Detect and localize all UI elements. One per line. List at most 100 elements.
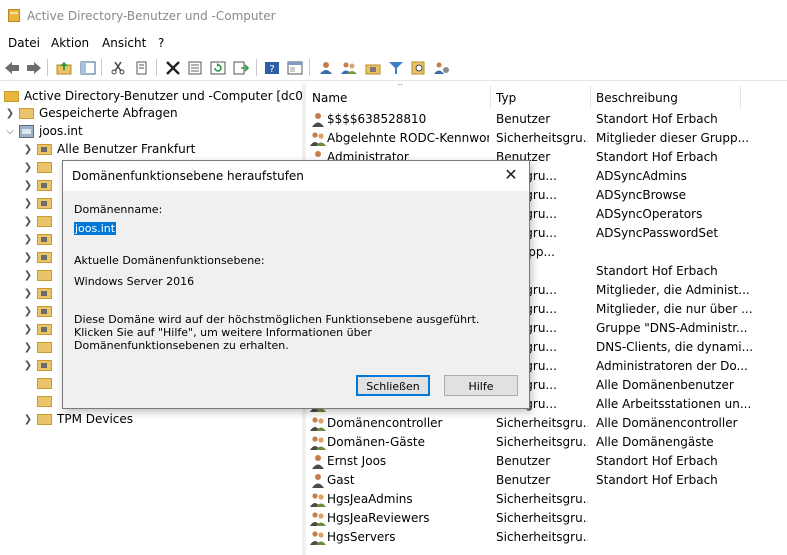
tree-item-ou[interactable]: ❯ [22, 248, 57, 266]
cell-description: Alle Arbeitsstationen un... [596, 397, 752, 411]
user-icon [310, 454, 326, 469]
forward-arrow-icon[interactable] [25, 59, 43, 76]
chevron-right-icon[interactable]: ❯ [4, 108, 16, 119]
chevron-right-icon[interactable]: ❯ [22, 252, 34, 263]
new-group-icon[interactable] [340, 59, 358, 76]
help-button[interactable]: Hilfe [444, 375, 518, 396]
raise-domain-level-dialog: Domänenfunktionsebene heraufstufen ✕ Dom… [62, 160, 530, 409]
cell-name: $$$$638528810 [327, 112, 427, 126]
column-header-type[interactable]: Typ [496, 91, 516, 105]
chevron-down-icon[interactable]: ⌵ [4, 126, 16, 137]
chevron-right-icon[interactable]: ❯ [22, 270, 34, 281]
menu-bar: Datei Aktion Ansicht ? [0, 33, 787, 53]
cut-icon[interactable] [109, 59, 127, 76]
add-to-group-icon[interactable] [433, 59, 451, 76]
table-row[interactable]: $$$$638528810 Benutzer Standort Hof Erbach [306, 110, 787, 129]
properties-icon[interactable] [186, 59, 204, 76]
copy-icon[interactable] [133, 59, 151, 76]
tree-root[interactable]: Active Directory-Benutzer und -Computer … [4, 87, 339, 105]
table-row[interactable]: Abgelehnte RODC-Kennwort... Sicherheitsgr… [306, 129, 787, 148]
tree-item-ou[interactable]: ❯ [22, 338, 57, 356]
folder-icon [37, 341, 52, 353]
cell-description: Alle Domänencontroller [596, 416, 738, 430]
chevron-right-icon[interactable]: ❯ [22, 360, 34, 371]
chevron-right-icon[interactable]: ❯ [22, 342, 34, 353]
cell-name: HgsServers [327, 530, 396, 544]
back-arrow-icon[interactable] [3, 59, 21, 76]
column-header-name[interactable]: Name [312, 91, 347, 105]
menu-datei[interactable]: Datei [8, 36, 40, 50]
table-row[interactable]: Domänencontroller Sicherheitsgru... Alle D… [306, 414, 787, 433]
ad-snapin-icon [4, 90, 19, 102]
tree-item-saved-queries[interactable]: ❯ Gespeicherte Abfragen [4, 104, 178, 122]
ou-folder-icon [37, 359, 52, 371]
up-folder-icon[interactable] [55, 59, 73, 76]
cell-name: Ernst Joos [327, 454, 387, 468]
help-icon[interactable]: ? [263, 59, 281, 76]
new-user-icon[interactable] [317, 59, 335, 76]
chevron-right-icon[interactable]: ❯ [22, 162, 34, 173]
table-row[interactable]: Ernst Joos Benutzer Standort Hof Erbach [306, 452, 787, 471]
tree-item-ou[interactable]: ❯ [22, 176, 57, 194]
title-bar: Active Directory-Benutzer und -Computer [0, 0, 787, 33]
delete-icon[interactable] [164, 59, 182, 76]
table-row[interactable]: Domänen-Gäste Sicherheitsgru... Alle Domän… [306, 433, 787, 452]
table-row[interactable]: Gast Benutzer Standort Hof Erbach [306, 471, 787, 490]
tree-item-ou[interactable]: ❯ [22, 194, 57, 212]
tree-item-ou[interactable]: ❯ [22, 356, 57, 374]
table-row[interactable]: HgsServers Sicherheitsgru... [306, 528, 787, 547]
user-icon [310, 112, 326, 127]
column-header-description[interactable]: Beschreibung [596, 91, 678, 105]
close-icon[interactable]: ✕ [501, 165, 521, 185]
filter-icon[interactable] [387, 59, 405, 76]
chevron-right-icon[interactable]: ❯ [22, 234, 34, 245]
domain-name-value[interactable]: joos.int [74, 222, 117, 235]
menu-aktion[interactable]: Aktion [51, 36, 89, 50]
menu-ansicht[interactable]: Ansicht [102, 36, 146, 50]
folder-icon [37, 395, 52, 407]
tree-item-ou[interactable]: ❯ [22, 284, 57, 302]
ou-folder-icon [37, 179, 52, 191]
tree-item-ou[interactable] [22, 374, 57, 392]
cell-description: Standort Hof Erbach [596, 473, 718, 487]
cell-name: Abgelehnte RODC-Kennwort... [327, 131, 489, 145]
show-tree-icon[interactable] [79, 59, 97, 76]
tree-item-ou[interactable]: ❯ [22, 302, 57, 320]
tree-item-ou[interactable]: ❯ [22, 212, 57, 230]
chevron-right-icon[interactable]: ❯ [22, 414, 34, 425]
new-ou-icon[interactable] [364, 59, 382, 76]
group-icon [310, 131, 326, 146]
chevron-right-icon[interactable]: ❯ [22, 216, 34, 227]
group-icon [310, 492, 326, 507]
export-icon[interactable] [232, 59, 250, 76]
cell-description: Administratoren der Do... [596, 359, 748, 373]
user-icon [310, 473, 326, 488]
cell-type: Sicherheitsgru... [496, 131, 588, 145]
ou-folder-icon [37, 197, 52, 209]
close-button[interactable]: Schließen [356, 375, 430, 396]
chevron-right-icon[interactable]: ❯ [22, 198, 34, 209]
chevron-right-icon[interactable]: ❯ [22, 324, 34, 335]
tree-item-ou[interactable]: ❯ [22, 158, 57, 176]
chevron-right-icon[interactable]: ❯ [22, 144, 34, 155]
tree-item-ou[interactable] [22, 392, 57, 410]
tree-item-ou[interactable]: ❯ [22, 320, 57, 338]
table-row[interactable]: HgsJeaReviewers Sicherheitsgru... [306, 509, 787, 528]
ou-folder-icon [37, 233, 52, 245]
chevron-right-icon[interactable]: ❯ [22, 306, 34, 317]
tree-item-ou[interactable]: ❯ Alle Benutzer Frankfurt [22, 140, 196, 158]
group-icon [310, 530, 326, 545]
group-icon [310, 416, 326, 431]
tree-item-domain[interactable]: ⌵ joos.int [4, 122, 83, 140]
refresh-icon[interactable] [209, 59, 227, 76]
tree-item-tpm-devices[interactable]: ❯ TPM Devices [22, 410, 133, 428]
chevron-right-icon[interactable]: ❯ [22, 288, 34, 299]
menu-help[interactable]: ? [158, 36, 164, 50]
current-level-label: Aktuelle Domänenfunktionsebene: [74, 254, 265, 267]
console-icon[interactable] [286, 59, 304, 76]
table-row[interactable]: HgsJeaAdmins Sicherheitsgru... [306, 490, 787, 509]
chevron-right-icon[interactable]: ❯ [22, 180, 34, 191]
tree-item-ou[interactable]: ❯ [22, 266, 57, 284]
tree-item-ou[interactable]: ❯ [22, 230, 57, 248]
find-icon[interactable] [410, 59, 428, 76]
